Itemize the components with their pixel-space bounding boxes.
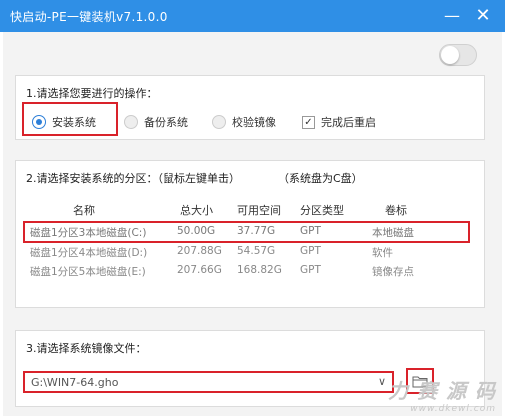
cell-free-space: 54.57G (237, 245, 276, 257)
main-content: 1.请选择您要进行的操作： 安装系统 备份系统 校验镜像 ✓ 完成后重启 2.请… (3, 32, 502, 416)
restart-checkbox-label: 完成后重启 (321, 116, 376, 129)
column-header-total-size: 总大小 (180, 204, 213, 217)
cell-partition-type: GPT (300, 245, 321, 257)
highlight-box (22, 102, 118, 136)
folder-icon (412, 376, 428, 387)
operation-panel: 1.请选择您要进行的操作： 安装系统 备份系统 校验镜像 ✓ 完成后重启 (15, 75, 485, 140)
image-file-panel: 3.请选择系统镜像文件： G:\WIN7-64.gho ∨ (15, 330, 485, 407)
restart-checkbox-box[interactable]: ✓ (302, 115, 315, 129)
cell-partition-type: GPT (300, 264, 321, 276)
verify-image-option[interactable]: 校验镜像 (212, 114, 276, 130)
partition-panel: 2.请选择安装系统的分区：（鼠标左键单击） （系统盘为C盘） 名称 总大小 可用… (15, 160, 485, 308)
chevron-down-icon[interactable]: ∨ (378, 375, 386, 388)
cell-name: 磁盘1分区5本地磁盘(E:) (30, 266, 146, 278)
partition-table-header: 名称 总大小 可用空间 分区类型 卷标 (16, 202, 484, 218)
cell-name: 磁盘1分区4本地磁盘(D:) (30, 247, 148, 259)
cell-free-space: 168.82G (237, 264, 282, 276)
backup-system-radio[interactable] (124, 115, 138, 129)
column-header-volume-label: 卷标 (385, 204, 407, 217)
verify-image-label: 校验镜像 (232, 116, 276, 129)
image-file-value: G:\WIN7-64.gho (31, 376, 119, 389)
operation-panel-title: 1.请选择您要进行的操作： (26, 87, 158, 100)
partition-panel-title: 2.请选择安装系统的分区：（鼠标左键单击） (26, 172, 240, 185)
cell-total-size: 207.88G (177, 245, 222, 257)
restart-after-checkbox[interactable]: ✓ 完成后重启 (302, 114, 376, 130)
minimize-button[interactable]: — (440, 4, 464, 28)
cell-total-size: 207.66G (177, 264, 222, 276)
column-header-name: 名称 (73, 204, 95, 217)
close-button[interactable]: ✕ (471, 4, 495, 28)
cell-volume-label: 镜像存点 (372, 266, 414, 278)
column-header-free-space: 可用空间 (237, 204, 281, 217)
verify-image-radio[interactable] (212, 115, 226, 129)
toggle-switch[interactable] (439, 44, 477, 66)
column-header-partition-type: 分区类型 (300, 204, 344, 217)
title-bar: 快启动-PE一键装机v7.1.0.0 — ✕ (0, 0, 505, 32)
table-row[interactable]: 磁盘1分区4本地磁盘(D:) 207.88G 54.57G GPT 软件 (16, 245, 484, 261)
browse-folder-button[interactable] (406, 368, 434, 394)
image-file-select[interactable]: G:\WIN7-64.gho ∨ (23, 371, 394, 393)
cell-volume-label: 软件 (372, 247, 393, 259)
image-file-panel-title: 3.请选择系统镜像文件： (26, 342, 147, 355)
table-row[interactable]: 磁盘1分区5本地磁盘(E:) 207.66G 168.82G GPT 镜像存点 (16, 264, 484, 280)
selected-row-highlight (23, 221, 470, 243)
window-title: 快启动-PE一键装机v7.1.0.0 (10, 10, 168, 24)
toggle-knob (441, 46, 459, 64)
backup-system-option[interactable]: 备份系统 (124, 114, 188, 130)
partition-hint: （系统盘为C盘） (278, 172, 363, 185)
backup-system-label: 备份系统 (144, 116, 188, 129)
